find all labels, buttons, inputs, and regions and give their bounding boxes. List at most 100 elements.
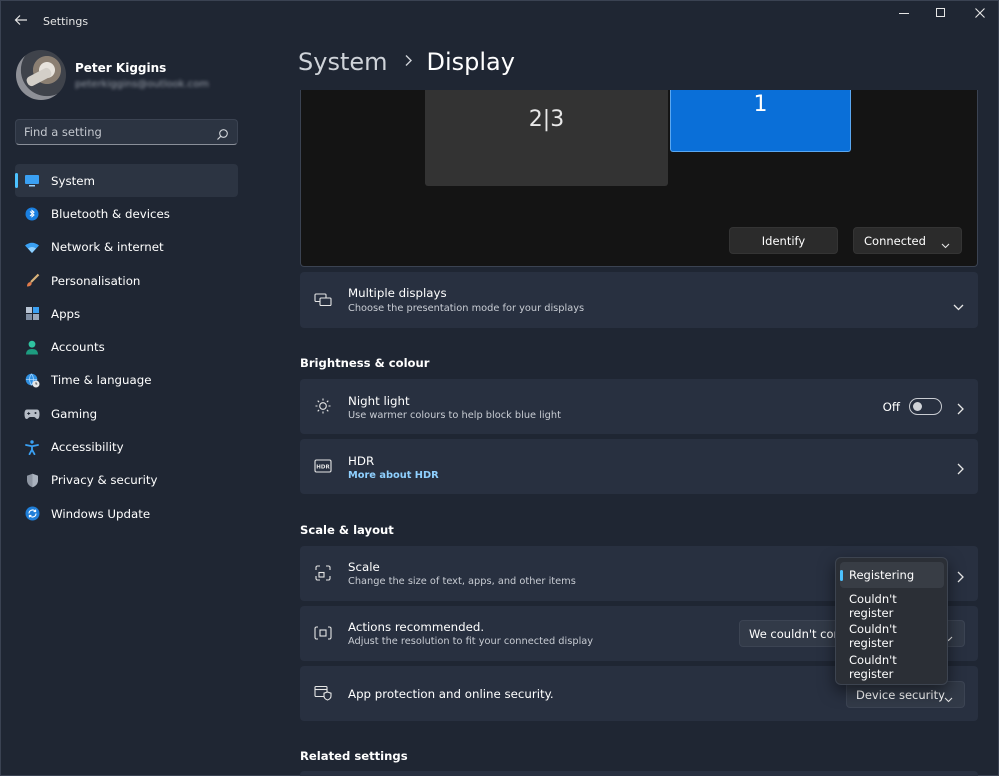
card-title: Scale [348,560,380,574]
sidebar-item-system[interactable]: System [15,164,238,198]
menu-option[interactable]: Couldn't register [840,653,944,681]
card-subtitle: Choose the presentation mode for your di… [348,303,585,314]
chevron-right-icon[interactable] [957,460,964,479]
sidebar-item-accounts[interactable]: Accounts [15,330,238,363]
globe-clock-icon [24,372,40,388]
card-subtitle: Change the size of text, apps, and other… [348,576,576,587]
person-icon [24,339,40,355]
hdr-card[interactable]: HDR HDR More about HDR [300,439,978,494]
apps-icon [24,306,40,322]
gamepad-icon [24,406,40,422]
device-security-dropdown[interactable]: Device security [846,681,965,708]
minimize-icon[interactable] [893,7,915,23]
card-subtitle: Use warmer colours to help block blue li… [348,410,561,421]
sidebar-item-label: Time & language [51,373,152,388]
chevron-down-icon[interactable] [953,296,964,315]
wifi-icon [24,239,40,255]
app-title: Settings [43,15,89,28]
sidebar-item-label: Accounts [51,340,105,355]
sidebar-item-label: Windows Update [51,506,151,521]
card-subtitle: Adjust the resolution to fit your connec… [348,636,594,647]
card-title: App protection and online security. [348,687,554,701]
brush-icon [24,273,40,289]
shield-icon [24,472,40,488]
accessibility-icon [24,439,40,455]
search-box[interactable] [15,119,238,145]
search-icon[interactable] [216,126,229,140]
avatar [16,50,66,100]
scale-icon [314,564,332,582]
user-profile[interactable]: Peter Kiggins peterkiggins@outlook.com [16,50,246,100]
card-title: Actions recommended. [348,620,485,634]
connected-dropdown[interactable]: Connected [853,227,962,254]
related-settings-card[interactable] [300,771,978,776]
sidebar-item-label: Gaming [51,406,98,421]
card-title: Night light [348,394,410,408]
sidebar-item-label: Accessibility [51,440,124,455]
sidebar-item-gaming[interactable]: Gaming [15,397,238,430]
sidebar-item-bluetooth[interactable]: Bluetooth & devices [15,197,238,230]
identify-button[interactable]: Identify [729,227,838,254]
sidebar-item-time-language[interactable]: Time & language [15,364,238,397]
monitor-label: 1 [753,92,768,117]
sun-icon [314,397,332,415]
chevron-down-icon [941,238,950,252]
connected-dropdown-label: Connected [864,233,926,248]
sidebar-item-personalisation[interactable]: Personalisation [15,264,238,297]
night-light-toggle[interactable] [909,398,942,415]
sidebar-item-label: Privacy & security [51,473,158,488]
sidebar-item-network[interactable]: Network & internet [15,231,238,264]
sidebar-nav: System Bluetooth & devices Network & int… [15,164,238,530]
system-icon [24,173,40,189]
toggle-state-label: Off [882,399,900,414]
menu-option-selected[interactable]: Registering [840,562,944,588]
night-light-toggle-group: Off [883,398,942,415]
sidebar-item-label: Bluetooth & devices [51,206,170,221]
dropdown-value: Device security [856,687,945,702]
profile-email: peterkiggins@outlook.com [75,79,209,90]
night-light-card[interactable]: Night light Use warmer colours to help b… [300,379,978,434]
multiple-displays-card[interactable]: Multiple displays Choose the presentatio… [300,272,978,328]
monitor-label: 2|3 [528,107,565,132]
sidebar-item-label: System [51,173,95,188]
maximize-icon[interactable] [930,7,952,23]
sidebar-item-label: Personalisation [51,273,141,288]
hdr-icon: HDR [314,457,332,475]
monitor-tile-secondary[interactable]: 2|3 [425,90,668,186]
svg-text:HDR: HDR [316,464,330,470]
app-protection-icon [314,684,332,702]
resolution-icon [314,624,332,642]
sidebar-item-windows-update[interactable]: Windows Update [15,497,238,530]
chevron-right-icon[interactable] [957,568,964,587]
card-title: Multiple displays [348,286,447,300]
sidebar-item-accessibility[interactable]: Accessibility [15,430,238,463]
close-icon[interactable] [969,7,991,23]
display-arrangement: 2|3 1 Identify Connected [300,90,978,267]
hdr-link[interactable]: More about HDR [348,470,439,481]
monitor-tile-primary[interactable]: 1 [670,90,851,152]
scale-options-menu: Registering Couldn't register Couldn't r… [835,557,948,685]
sidebar-item-label: Network & internet [51,240,164,255]
section-heading-related: Related settings [300,749,408,763]
menu-option[interactable]: Couldn't register [840,622,944,650]
section-heading-scale-layout: Scale & layout [300,523,394,537]
title-bar: Settings [1,1,998,41]
card-title: HDR [348,454,375,468]
multiple-displays-icon [314,291,332,309]
sidebar-item-apps[interactable]: Apps [15,297,238,330]
page-title: Display [426,48,515,76]
profile-name: Peter Kiggins [75,61,167,75]
section-heading-brightness: Brightness & colour [300,356,430,370]
sidebar-item-label: Apps [51,306,81,321]
sidebar-item-privacy-security[interactable]: Privacy & security [15,464,238,497]
bluetooth-icon [24,206,40,222]
back-arrow-icon[interactable] [14,12,30,28]
search-input[interactable] [24,125,209,139]
update-icon [24,506,40,522]
menu-option[interactable]: Couldn't register [840,592,944,620]
chevron-right-icon [404,52,413,72]
breadcrumb: System Display [298,48,515,76]
chevron-right-icon[interactable] [957,400,964,419]
chevron-down-icon [944,692,953,706]
breadcrumb-parent[interactable]: System [298,48,388,76]
